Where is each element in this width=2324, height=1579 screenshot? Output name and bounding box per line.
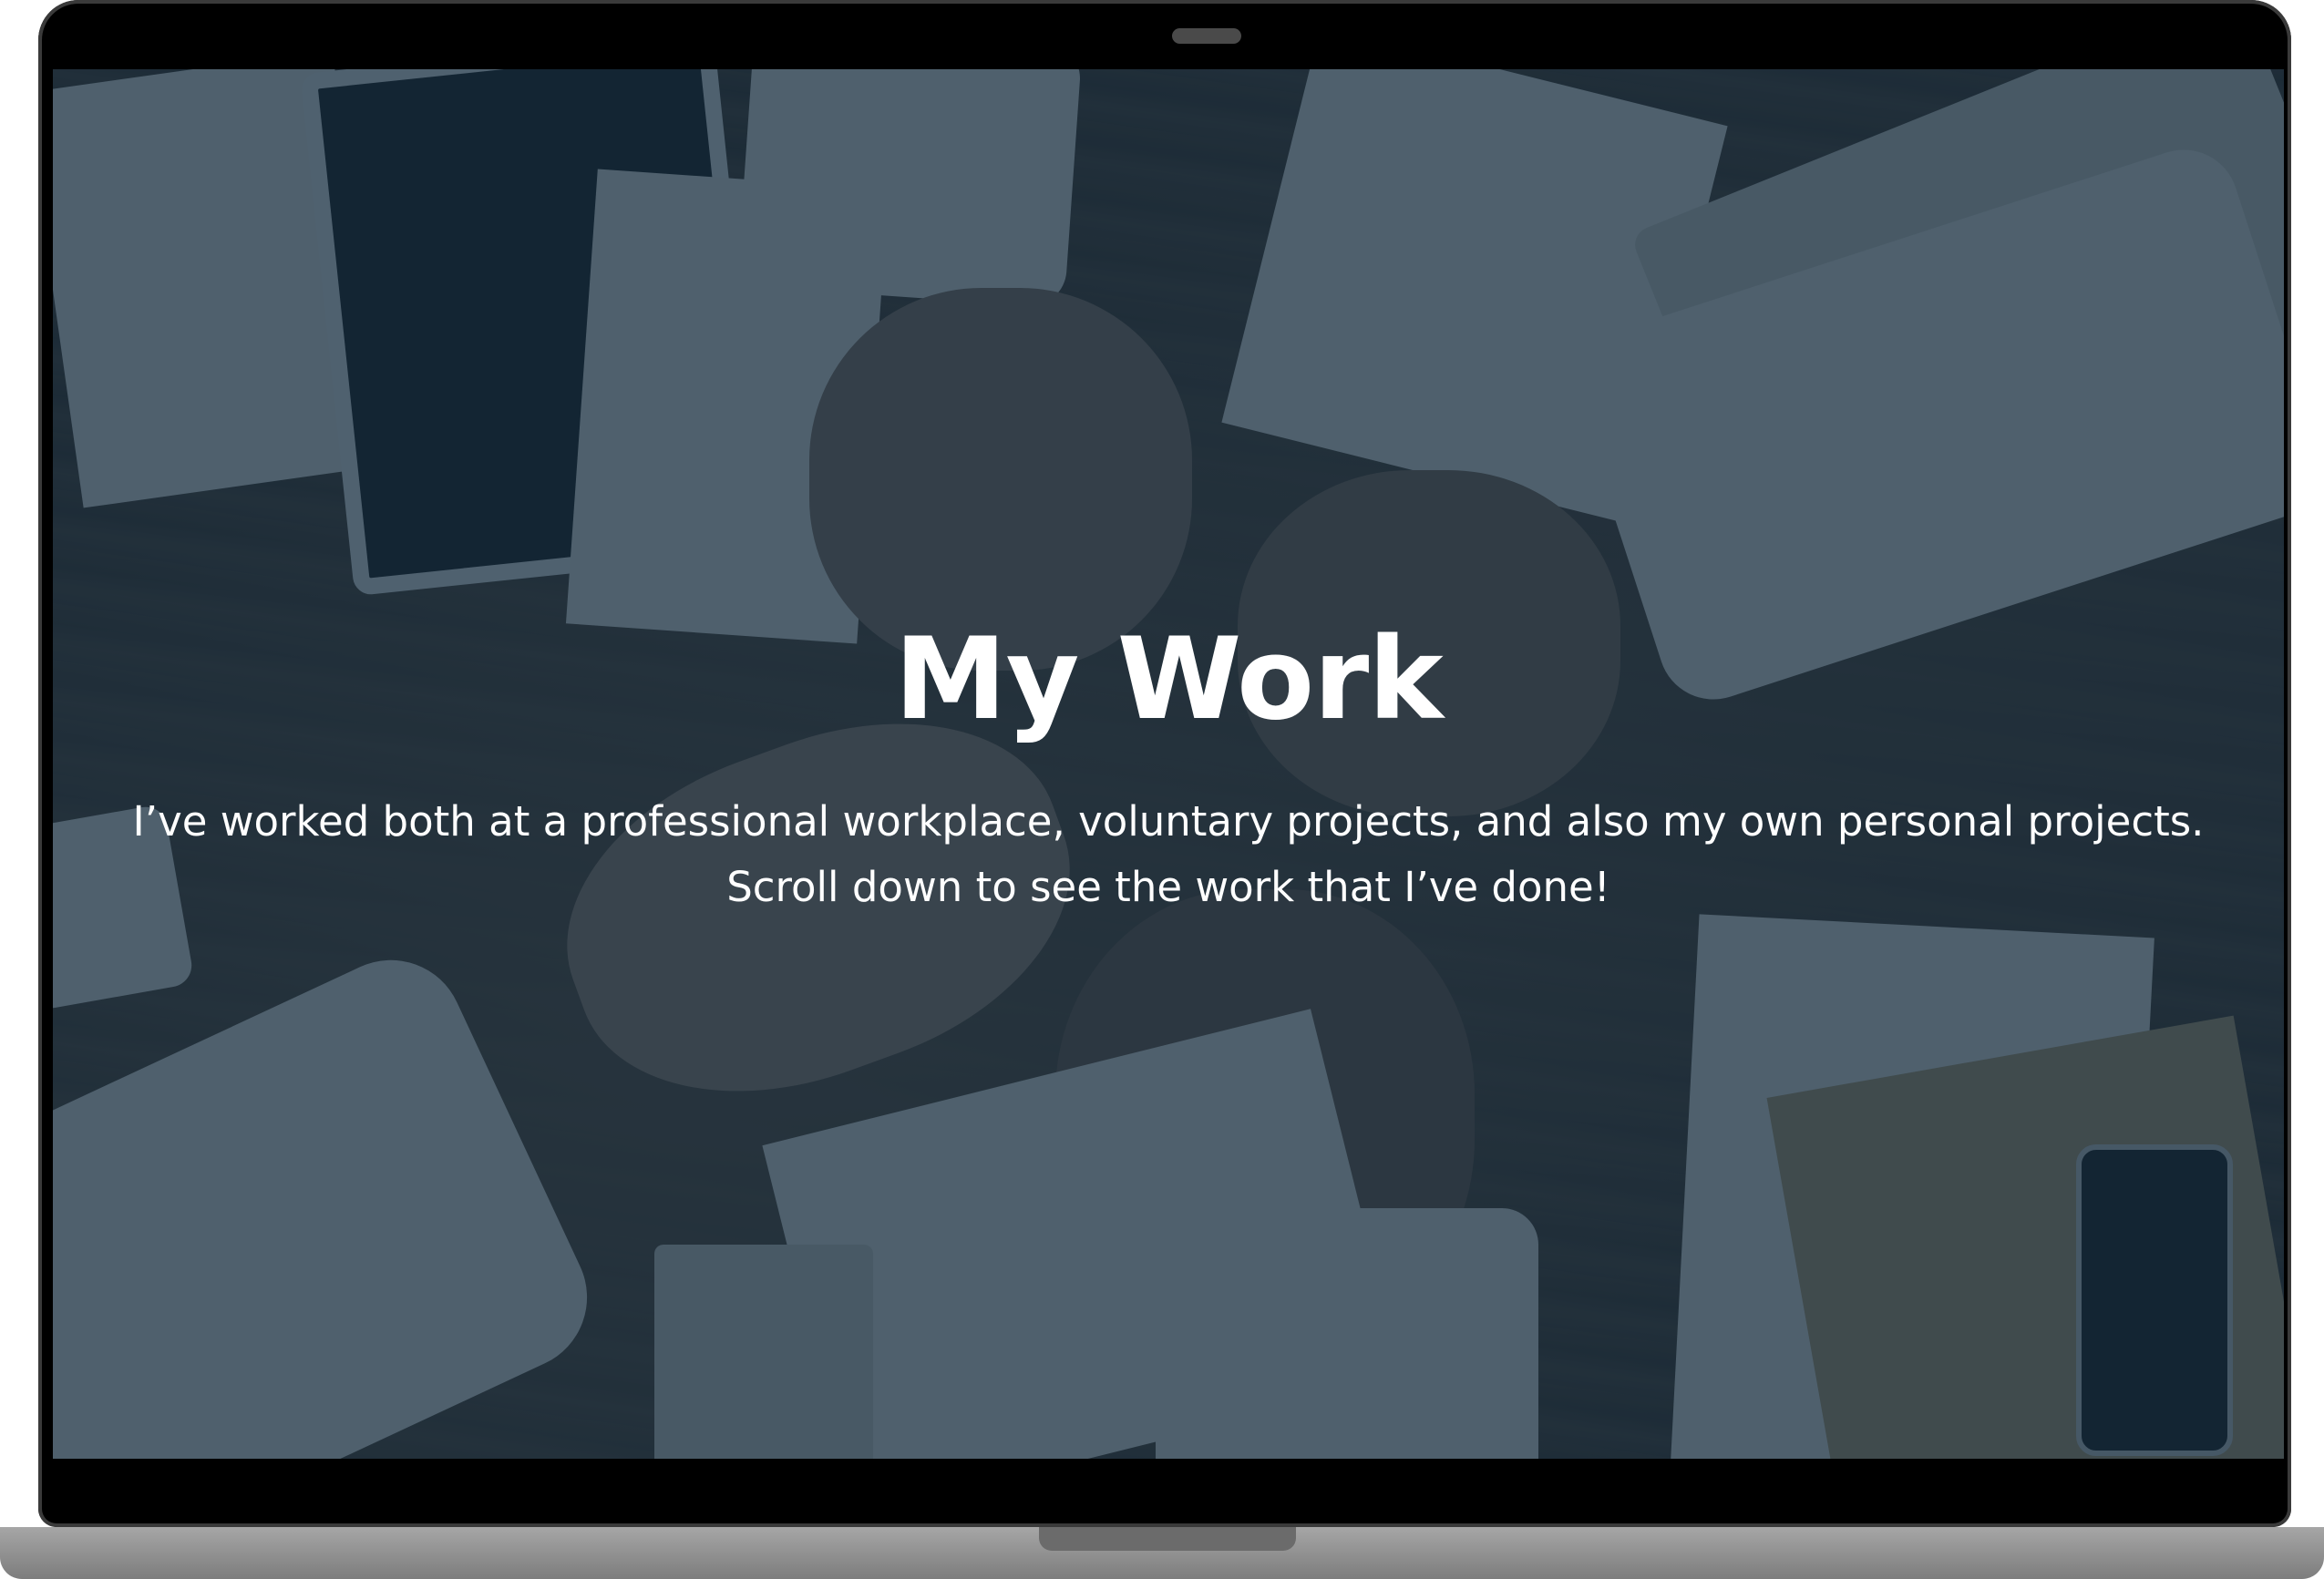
laptop-mockup: My Work I’ve worked both at a profession… (0, 0, 2324, 1579)
hero-subtitle-line-2: Scroll down to see the work that I’ve do… (726, 863, 1610, 911)
hero-subtitle-line-1: I’ve worked both at a professional workp… (132, 797, 2205, 846)
page-title: My Work (894, 614, 1444, 745)
webcam-icon (1172, 28, 1241, 44)
hero-subtitle: I’ve worked both at a professional workp… (108, 789, 2229, 920)
hero-section: My Work I’ve worked both at a profession… (53, 69, 2284, 1459)
laptop-base-notch (1039, 1527, 1296, 1551)
laptop-screen: My Work I’ve worked both at a profession… (53, 69, 2284, 1459)
